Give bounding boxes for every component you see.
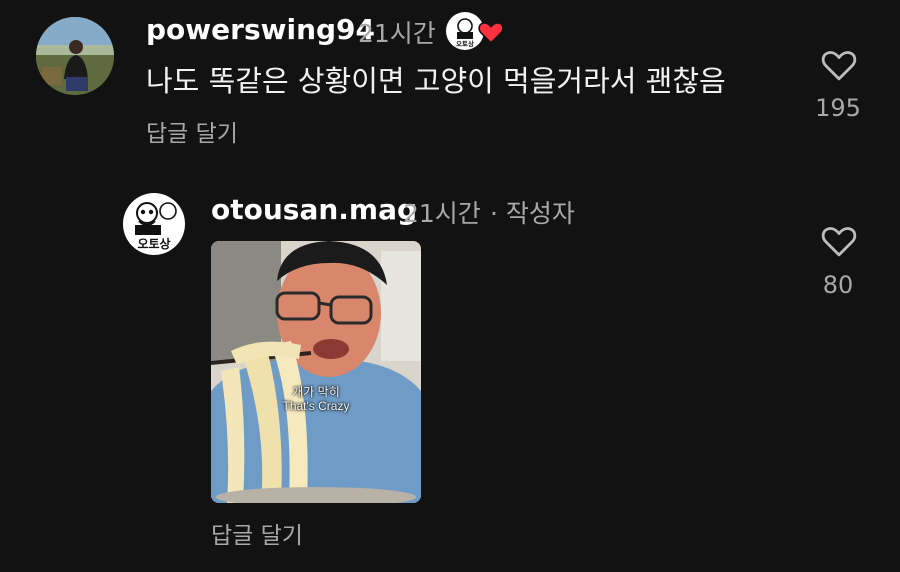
like-count: 80 [822, 271, 854, 299]
comment-timestamp: 21시간 [358, 19, 436, 48]
gif-subtitle-english: That's Crazy [282, 399, 350, 413]
user-avatar[interactable] [36, 17, 114, 95]
comment-username[interactable]: powerswing94 [146, 13, 375, 46]
gif-subtitle-korean: 개가 막히 [292, 385, 340, 399]
brand-avatar[interactable]: 오토상 [123, 193, 185, 255]
heart-filled-icon [478, 20, 504, 48]
like-count: 195 [815, 94, 861, 122]
reply-media-gif[interactable]: 개가 막히 That's Crazy [211, 241, 421, 503]
reply-username[interactable]: otousan.mag [211, 193, 417, 226]
reply-button[interactable]: 답글 달기 [146, 114, 238, 148]
heart-outline-icon [821, 227, 857, 257]
comment-thread: powerswing94 21시간 오토상 나도 똑같은 상황이면 고양이 먹을… [0, 0, 900, 572]
reply-timestamp: 21시간 [403, 199, 481, 228]
reply-button[interactable]: 답글 달기 [211, 516, 303, 550]
brand-logo-text: 오토상 [137, 236, 170, 251]
like-button[interactable] [820, 48, 858, 86]
author-tag: · 작성자 [490, 199, 575, 228]
brand-logo-small: 오토상 [456, 39, 474, 48]
like-button[interactable] [820, 224, 858, 262]
comment-text: 나도 똑같은 상황이면 고양이 먹을거라서 괜찮음 [146, 64, 726, 98]
heart-outline-icon [821, 51, 857, 81]
